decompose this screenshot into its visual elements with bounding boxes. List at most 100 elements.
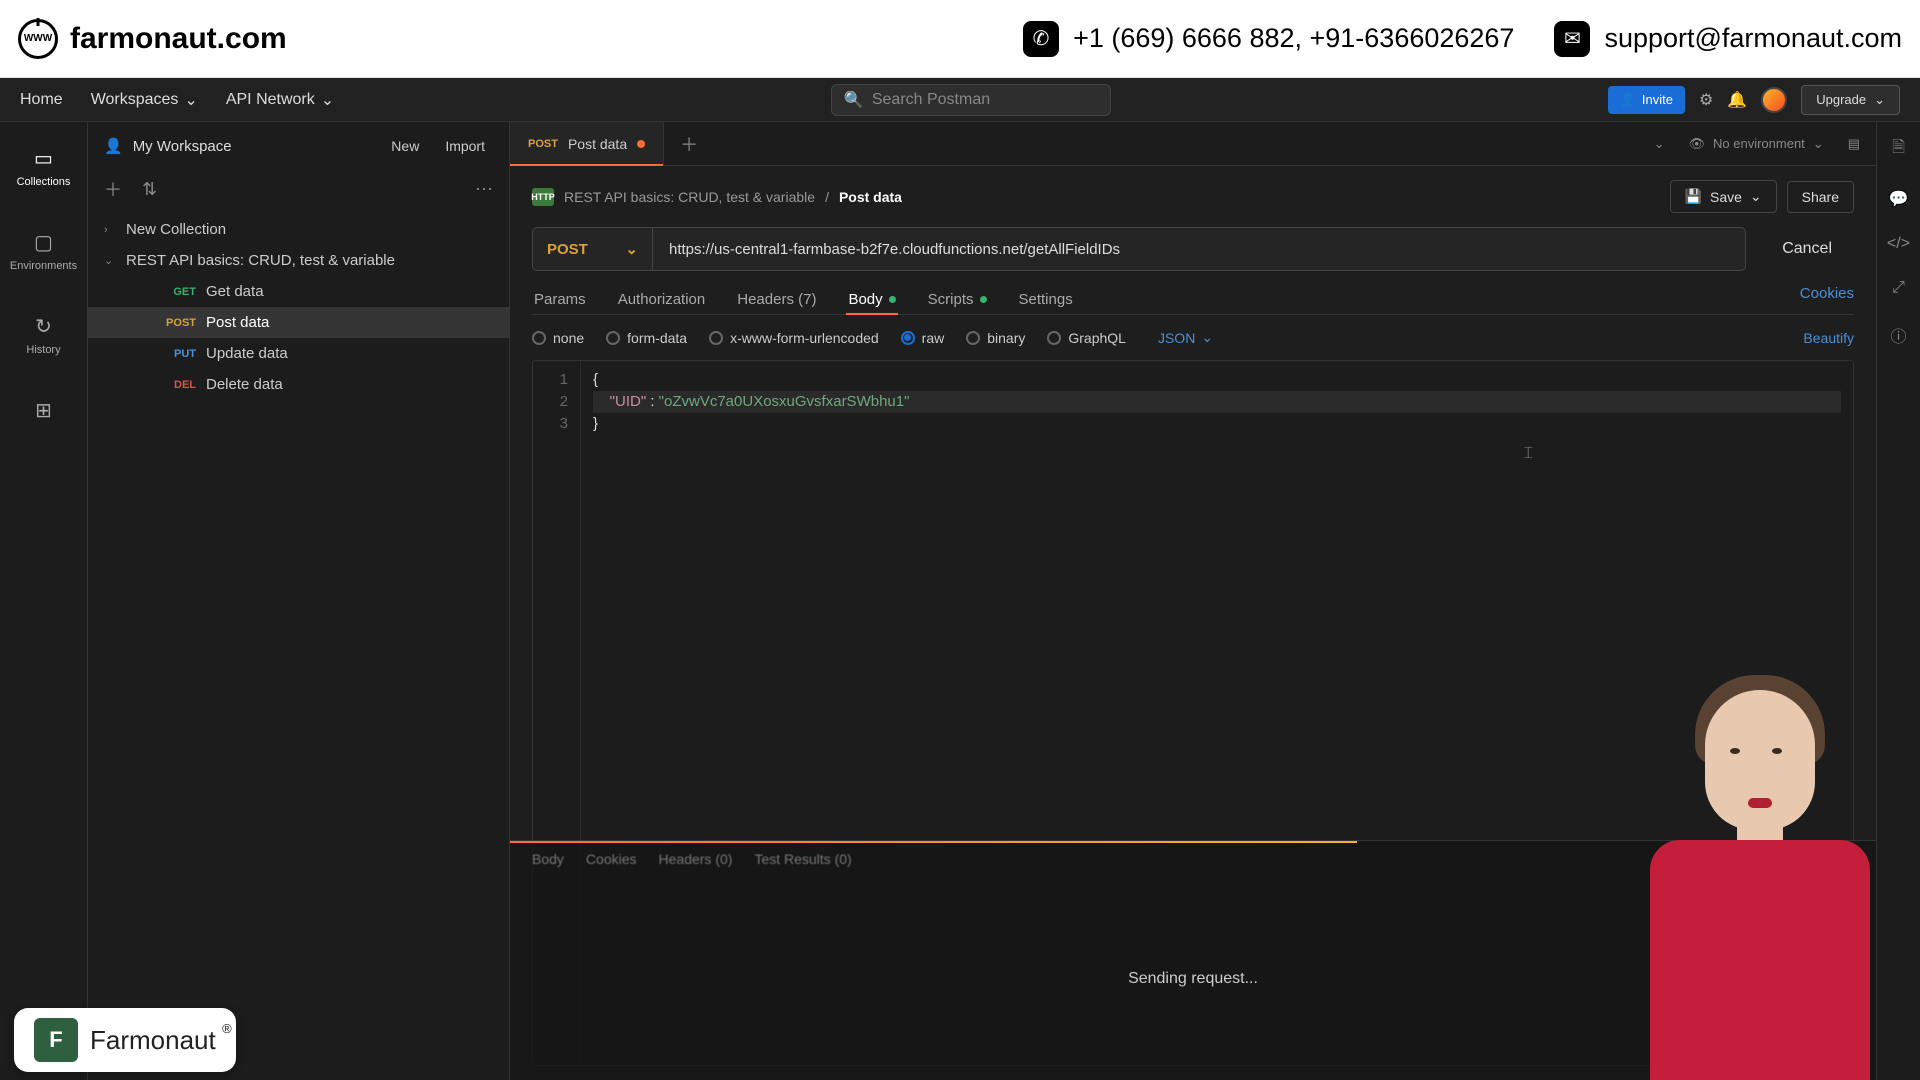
comment-icon[interactable]: 💬 (1889, 189, 1909, 209)
chevron-down-icon: ⌄ (184, 90, 197, 110)
person-add-icon: 👤 (1620, 92, 1636, 108)
code-icon[interactable]: </> (1887, 235, 1910, 253)
save-button[interactable]: 💾Save⌄ (1670, 180, 1777, 213)
sidebar-header: 👤 My Workspace New Import (88, 122, 509, 170)
url-input[interactable] (652, 227, 1746, 271)
more-icon[interactable]: ⋯ (475, 179, 493, 200)
body-binary[interactable]: binary (966, 330, 1025, 346)
resp-tab-cookies[interactable]: Cookies (586, 851, 637, 867)
http-icon: HTTP (532, 188, 554, 206)
filter-icon[interactable]: ⇅ (142, 179, 157, 200)
import-button[interactable]: Import (437, 134, 493, 158)
new-button[interactable]: New (383, 134, 427, 158)
postman-app: Home Workspaces ⌄ API Network ⌄ 🔍 Search… (0, 78, 1920, 1080)
resp-tab-body[interactable]: Body (532, 851, 564, 867)
gear-icon[interactable]: ⚙ (1699, 90, 1713, 110)
tree-item-put[interactable]: PUT Update data (88, 338, 509, 369)
www-icon (18, 19, 58, 59)
tab-params[interactable]: Params (532, 285, 588, 314)
tab-scripts[interactable]: Scripts (926, 285, 989, 314)
tree-item-post[interactable]: POST Post data (88, 307, 509, 338)
body-none[interactable]: none (532, 330, 584, 346)
plus-icon[interactable]: ＋ (104, 176, 122, 202)
topbar-phone: ✆ +1 (669) 6666 882, +91-6366026267 (1023, 21, 1514, 57)
environment-selector[interactable]: 👁 No environment ⌄ (1679, 132, 1834, 156)
rail-more[interactable]: ⊞ (0, 392, 87, 429)
workspace-title: My Workspace (133, 138, 374, 155)
body-graphql[interactable]: GraphQL (1047, 330, 1126, 346)
chevron-down-icon: ⌄ (1874, 92, 1885, 108)
info-icon[interactable]: ⓘ (1890, 323, 1906, 347)
save-icon: 💾 (1685, 188, 1702, 205)
tree-item-delete[interactable]: DEL Delete data (88, 369, 509, 400)
body-form-data[interactable]: form-data (606, 330, 687, 346)
panel-icon[interactable]: ▤ (1848, 136, 1860, 152)
tab-authorization[interactable]: Authorization (616, 285, 708, 314)
avatar[interactable] (1761, 87, 1787, 113)
share-button[interactable]: Share (1787, 181, 1854, 213)
content-type-selector[interactable]: JSON⌄ (1158, 329, 1213, 346)
nav-api-network[interactable]: API Network ⌄ (226, 90, 334, 110)
text-cursor-icon: ⌶ (1523, 443, 1533, 465)
farmonaut-logo-icon: F (34, 1018, 78, 1062)
tree-collection-new[interactable]: › New Collection (88, 214, 509, 245)
workspace-icon: 👤 (104, 137, 123, 155)
resp-tab-headers[interactable]: Headers (0) (659, 851, 733, 867)
search-input[interactable]: 🔍 Search Postman (831, 84, 1111, 116)
tab-add[interactable]: ＋ (664, 131, 714, 157)
search-icon: 🔍 (844, 90, 864, 110)
body-raw[interactable]: raw (901, 330, 945, 346)
collections-icon: ▭ (34, 146, 53, 171)
upgrade-button[interactable]: Upgrade⌄ (1801, 85, 1900, 115)
resp-tab-tests[interactable]: Test Results (0) (754, 851, 851, 867)
tree-item-get[interactable]: GET Get data (88, 276, 509, 307)
rail-collections[interactable]: ▭ Collections (0, 140, 87, 194)
breadcrumb-current: Post data (839, 189, 902, 205)
email-text: support@farmonaut.com (1604, 23, 1902, 54)
chevron-down-icon: ⌄ (1201, 329, 1213, 346)
sidebar-rail: ▭ Collections ▢ Environments ↻ History ⊞ (0, 122, 88, 1080)
chevron-down-icon: ⌄ (321, 90, 334, 110)
presenter-overlay (1620, 640, 1900, 1080)
tab-post-data[interactable]: POST Post data (510, 122, 664, 165)
environments-icon: ▢ (34, 230, 53, 255)
sidebar: 👤 My Workspace New Import ＋ ⇅ ⋯ › New Co… (88, 122, 510, 1080)
chevron-down-icon: ⌄ (104, 254, 116, 267)
tree-collection-rest[interactable]: ⌄ REST API basics: CRUD, test & variable (88, 245, 509, 276)
chevron-down-icon: ⌄ (1750, 188, 1762, 205)
invite-button[interactable]: 👤Invite (1608, 86, 1685, 114)
search-placeholder: Search Postman (872, 91, 990, 109)
docs-icon[interactable]: 🗎 (1892, 136, 1905, 163)
mail-icon: ✉ (1554, 21, 1590, 57)
cancel-button[interactable]: Cancel (1760, 227, 1854, 271)
tab-headers[interactable]: Headers (7) (735, 285, 818, 314)
tab-right: ⌄ 👁 No environment ⌄ ▤ (1654, 132, 1876, 156)
request-tabs: Params Authorization Headers (7) Body Sc… (532, 285, 1854, 315)
sidebar-toolbar: ＋ ⇅ ⋯ (88, 170, 509, 208)
chevron-down-icon: ⌄ (1813, 136, 1824, 152)
expand-icon[interactable]: ⤢ (1892, 279, 1905, 297)
rail-history[interactable]: ↻ History (0, 308, 87, 362)
tab-body[interactable]: Body (846, 285, 897, 314)
method-selector[interactable]: POST ⌄ (532, 227, 652, 271)
nav-home[interactable]: Home (20, 91, 63, 109)
topbar-email: ✉ support@farmonaut.com (1554, 21, 1902, 57)
app-header: Home Workspaces ⌄ API Network ⌄ 🔍 Search… (0, 78, 1920, 122)
topbar-domain: farmonaut.com (18, 19, 287, 59)
breadcrumb: HTTP REST API basics: CRUD, test & varia… (532, 180, 1854, 213)
chevron-down-icon[interactable]: ⌄ (1654, 136, 1665, 152)
header-right: 👤Invite ⚙ 🔔 Upgrade⌄ (1608, 85, 1900, 115)
active-dot-icon (980, 296, 987, 303)
bell-icon[interactable]: 🔔 (1727, 90, 1747, 110)
site-topbar: farmonaut.com ✆ +1 (669) 6666 882, +91-6… (0, 0, 1920, 78)
cookies-link[interactable]: Cookies (1800, 285, 1854, 314)
beautify-button[interactable]: Beautify (1803, 330, 1854, 346)
body-urlencoded[interactable]: x-www-form-urlencoded (709, 330, 879, 346)
nav-workspaces[interactable]: Workspaces ⌄ (91, 90, 198, 110)
watermark-text: Farmonaut® (90, 1025, 216, 1056)
history-icon: ↻ (35, 314, 52, 339)
tab-settings[interactable]: Settings (1017, 285, 1075, 314)
phone-text: +1 (669) 6666 882, +91-6366026267 (1073, 23, 1514, 54)
breadcrumb-parent[interactable]: REST API basics: CRUD, test & variable (564, 189, 815, 205)
rail-environments[interactable]: ▢ Environments (0, 224, 87, 278)
